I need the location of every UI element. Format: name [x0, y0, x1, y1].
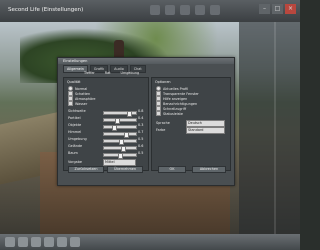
right-side-panel [239, 22, 300, 234]
atmosphere-label: Atmosphäre [75, 96, 96, 101]
slider-label: Himmel [68, 130, 82, 134]
subtab-hits[interactable]: Treffer [84, 71, 95, 75]
option-label: Transparente Fenster [163, 91, 199, 96]
slider-row-4[interactable]: Himmel [68, 130, 81, 134]
slider-knob[interactable] [119, 139, 124, 145]
checkbox-icon[interactable] [156, 111, 161, 116]
option-label: Benachrichtigungen [163, 101, 198, 106]
options-header: Optionen [155, 80, 171, 84]
option-label: Statusleiste [163, 111, 183, 116]
home-icon[interactable] [150, 5, 160, 15]
bottom-icons [5, 237, 80, 247]
close-button[interactable]: × [285, 4, 296, 14]
slider-value: 0.5 [138, 137, 144, 141]
slider-bar[interactable] [103, 118, 137, 124]
top-toolbar [150, 5, 220, 15]
inventory-icon[interactable] [44, 237, 54, 247]
slider-row-5[interactable]: Umgebung [68, 137, 87, 141]
water-checkbox-row[interactable]: Wasser [68, 101, 87, 106]
slider-bar[interactable] [103, 111, 137, 117]
slider-knob[interactable] [127, 111, 132, 117]
slider-label: Umgebung [68, 137, 87, 141]
slider-value: 0.4 [138, 116, 144, 120]
water-label: Wasser [75, 101, 88, 106]
dialog-title: Einstellungen [63, 59, 88, 63]
reset-button[interactable]: Zurücksetzen [68, 166, 104, 173]
slider-row-7[interactable]: Baum [68, 151, 78, 155]
option-row-6[interactable]: Statusleiste [156, 111, 183, 116]
slider-bar[interactable] [103, 132, 137, 138]
camera-icon[interactable] [70, 237, 80, 247]
dialog-subtabs: Treffer Rat Umgebung [84, 71, 139, 75]
slider-row-3[interactable]: Objekte [68, 123, 81, 127]
slider-bar[interactable] [103, 125, 137, 131]
people-icon[interactable] [180, 5, 190, 15]
slider-bar[interactable] [103, 146, 137, 152]
slider-label: Partikel [68, 116, 81, 120]
slider-value: 0.5 [138, 151, 144, 155]
cancel-button[interactable]: Abbrechen [192, 166, 226, 173]
subtab-environment[interactable]: Umgebung [121, 71, 140, 75]
preset-label: Vorgabe [68, 160, 82, 164]
slider-row-6[interactable]: Gelände [68, 144, 82, 148]
slider-row-1[interactable]: Sichtweite [68, 109, 86, 113]
map-icon[interactable] [210, 5, 220, 15]
preset-row: Vorgabe [68, 160, 82, 164]
slider-bar[interactable] [103, 139, 137, 145]
slider-label: Objekte [68, 123, 82, 127]
subtab-council[interactable]: Rat [105, 71, 111, 75]
color-dropdown[interactable]: Standard [186, 127, 225, 134]
color-label: Farbe [156, 128, 166, 132]
options-panel: Optionen Aktuelles Profil Transparente F… [151, 77, 231, 173]
option-label: Hilfe anzeigen [163, 96, 188, 101]
slider-value: 0.7 [138, 130, 144, 134]
chat-icon[interactable] [18, 237, 28, 247]
slider-bar[interactable] [103, 153, 137, 159]
option-label: Schnellzugriff [163, 106, 187, 111]
home-icon[interactable] [5, 237, 15, 247]
language-row: Sprache [156, 121, 170, 125]
dialog-titlebar: Einstellungen [58, 58, 234, 64]
checkbox-icon[interactable] [68, 101, 73, 106]
option-label: Aktuelles Profil [163, 86, 189, 91]
quality-panel: Qualität Normal Schatten Atmosphäre Wass… [63, 77, 149, 173]
language-dropdown[interactable]: Deutsch [186, 120, 225, 127]
minimize-button[interactable]: – [259, 4, 270, 14]
window-controls: – □ × [259, 4, 296, 14]
quality-header: Qualität [67, 80, 81, 84]
slider-value: 0.6 [138, 144, 144, 148]
map-icon[interactable] [57, 237, 67, 247]
apply-button[interactable]: Übernehmen [107, 166, 143, 173]
color-row: Farbe [156, 128, 165, 132]
preferences-dialog: Einstellungen Allgemein Grafik Audio Cha… [57, 57, 235, 186]
slider-label: Gelände [68, 144, 83, 148]
slider-knob[interactable] [115, 118, 120, 124]
slider-value: 0.8 [138, 109, 144, 113]
language-label: Sprache [156, 121, 170, 125]
slider-value: 0.3 [138, 123, 144, 127]
preset-dropdown[interactable]: Mittel [103, 159, 136, 166]
inventory-icon[interactable] [195, 5, 205, 15]
slider-label: Baum [68, 151, 78, 155]
slider-label: Sichtweite [68, 109, 86, 113]
slider-knob[interactable] [124, 132, 129, 138]
slider-knob[interactable] [112, 125, 117, 131]
maximize-button[interactable]: □ [272, 4, 283, 14]
shadow-label: Schatten [75, 91, 91, 96]
window-titlebar: Second Life (Einstellungen) – □ × [0, 0, 300, 22]
slider-knob[interactable] [121, 146, 126, 152]
bottom-toolbar [0, 234, 300, 250]
slider-row-2[interactable]: Partikel [68, 116, 81, 120]
quality-radio-label: Normal [75, 86, 88, 91]
window-title: Second Life (Einstellungen) [8, 7, 84, 13]
chat-icon[interactable] [165, 5, 175, 15]
ok-button[interactable]: OK [158, 166, 186, 173]
scroll-rail[interactable] [274, 22, 276, 234]
people-icon[interactable] [31, 237, 41, 247]
